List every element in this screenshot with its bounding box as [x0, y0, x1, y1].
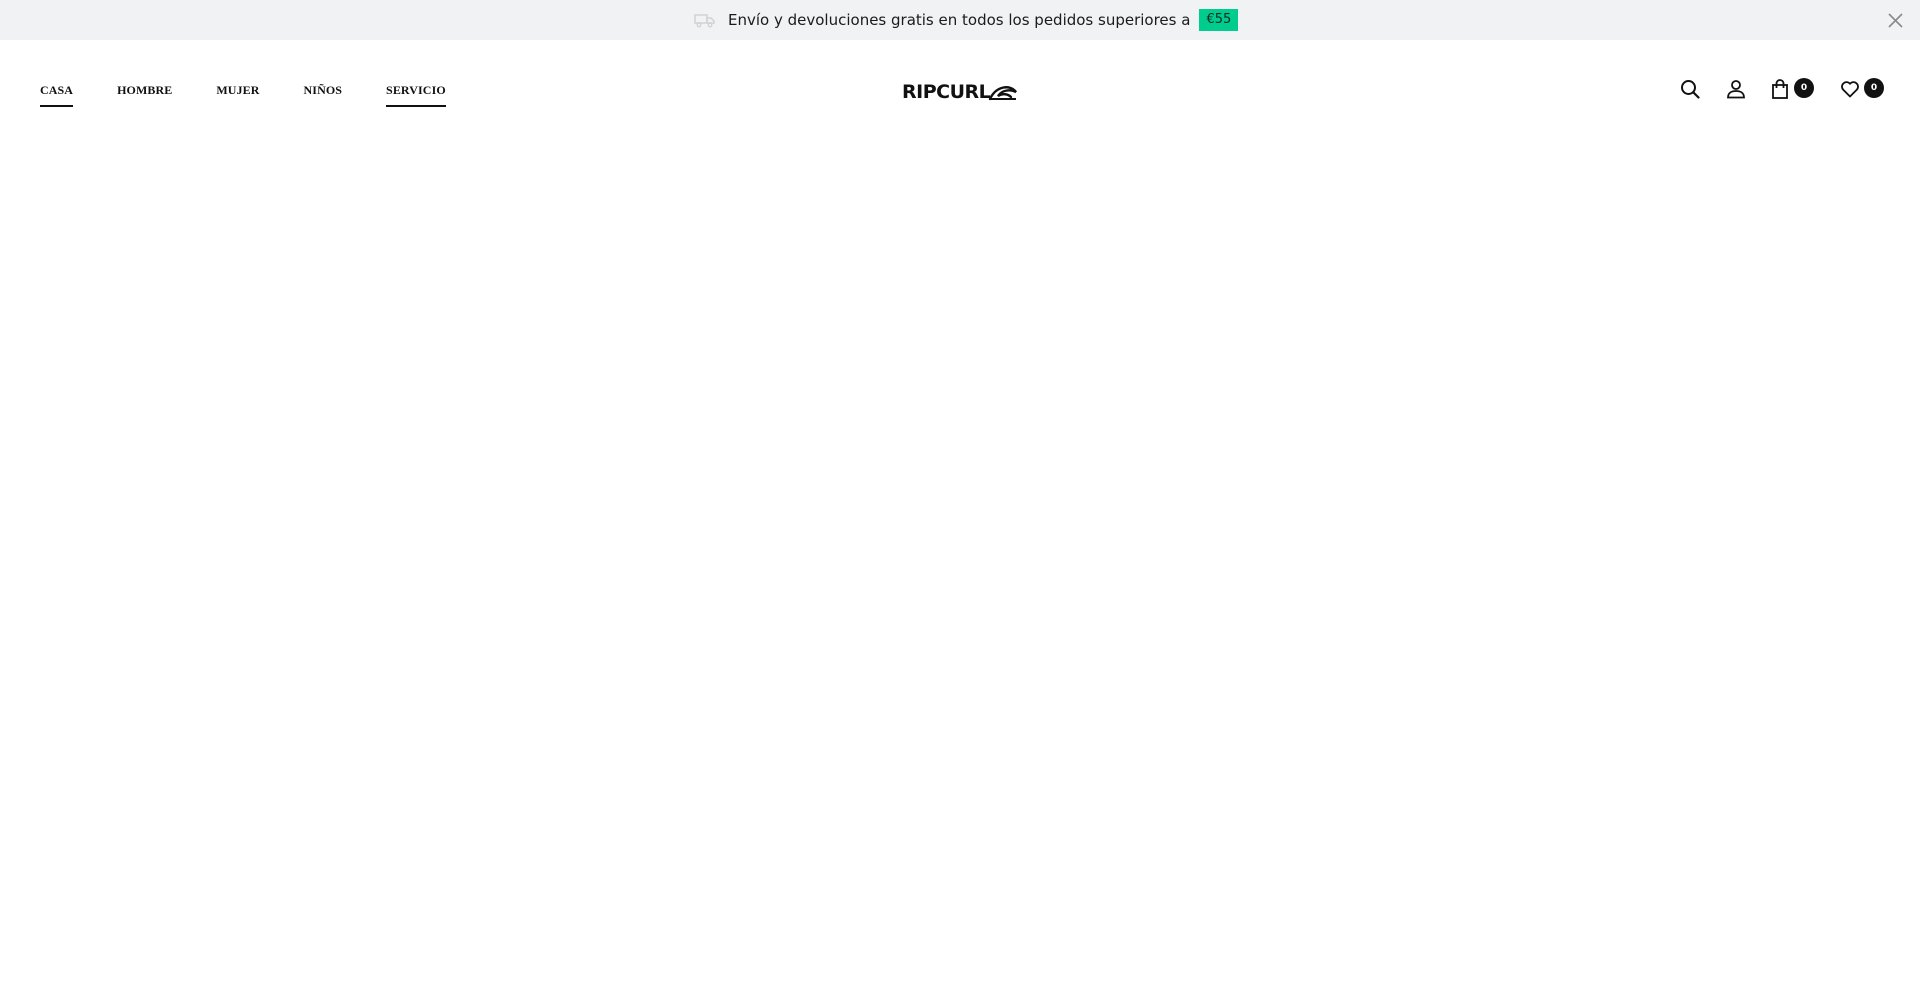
- site-header: CASA HOMBRE MUJER NIÑOS SERVICIO RIPCURL: [0, 40, 1920, 142]
- main-nav: CASA HOMBRE MUJER NIÑOS SERVICIO: [40, 83, 490, 107]
- announcement-bar: Envío y devoluciones gratis en todos los…: [0, 0, 1920, 40]
- nav-item-mujer[interactable]: MUJER: [216, 83, 259, 107]
- truck-icon: [694, 12, 716, 28]
- cart-count-badge: 0: [1794, 78, 1814, 98]
- nav-item-casa[interactable]: CASA: [40, 83, 74, 107]
- heart-icon[interactable]: 0: [1840, 78, 1884, 99]
- logo-wordmark: RIPCURL: [902, 81, 991, 103]
- wave-icon: [988, 82, 1018, 102]
- announcement-content: Envío y devoluciones gratis en todos los…: [694, 0, 1239, 40]
- header-icons: 0 0: [1680, 78, 1884, 99]
- threshold-badge: €55: [1199, 9, 1239, 31]
- wishlist-count-badge: 0: [1864, 78, 1884, 98]
- search-icon[interactable]: [1680, 79, 1700, 99]
- announcement-text: Envío y devoluciones gratis en todos los…: [728, 11, 1191, 29]
- brand-logo[interactable]: RIPCURL: [902, 80, 1018, 104]
- shopping-bag-icon[interactable]: 0: [1770, 78, 1814, 99]
- nav-item-hombre[interactable]: HOMBRE: [117, 83, 172, 107]
- nav-item-servicio[interactable]: SERVICIO: [386, 83, 446, 107]
- user-icon[interactable]: [1726, 79, 1746, 99]
- close-icon[interactable]: [1887, 12, 1904, 29]
- nav-item-ninos[interactable]: NIÑOS: [304, 83, 343, 107]
